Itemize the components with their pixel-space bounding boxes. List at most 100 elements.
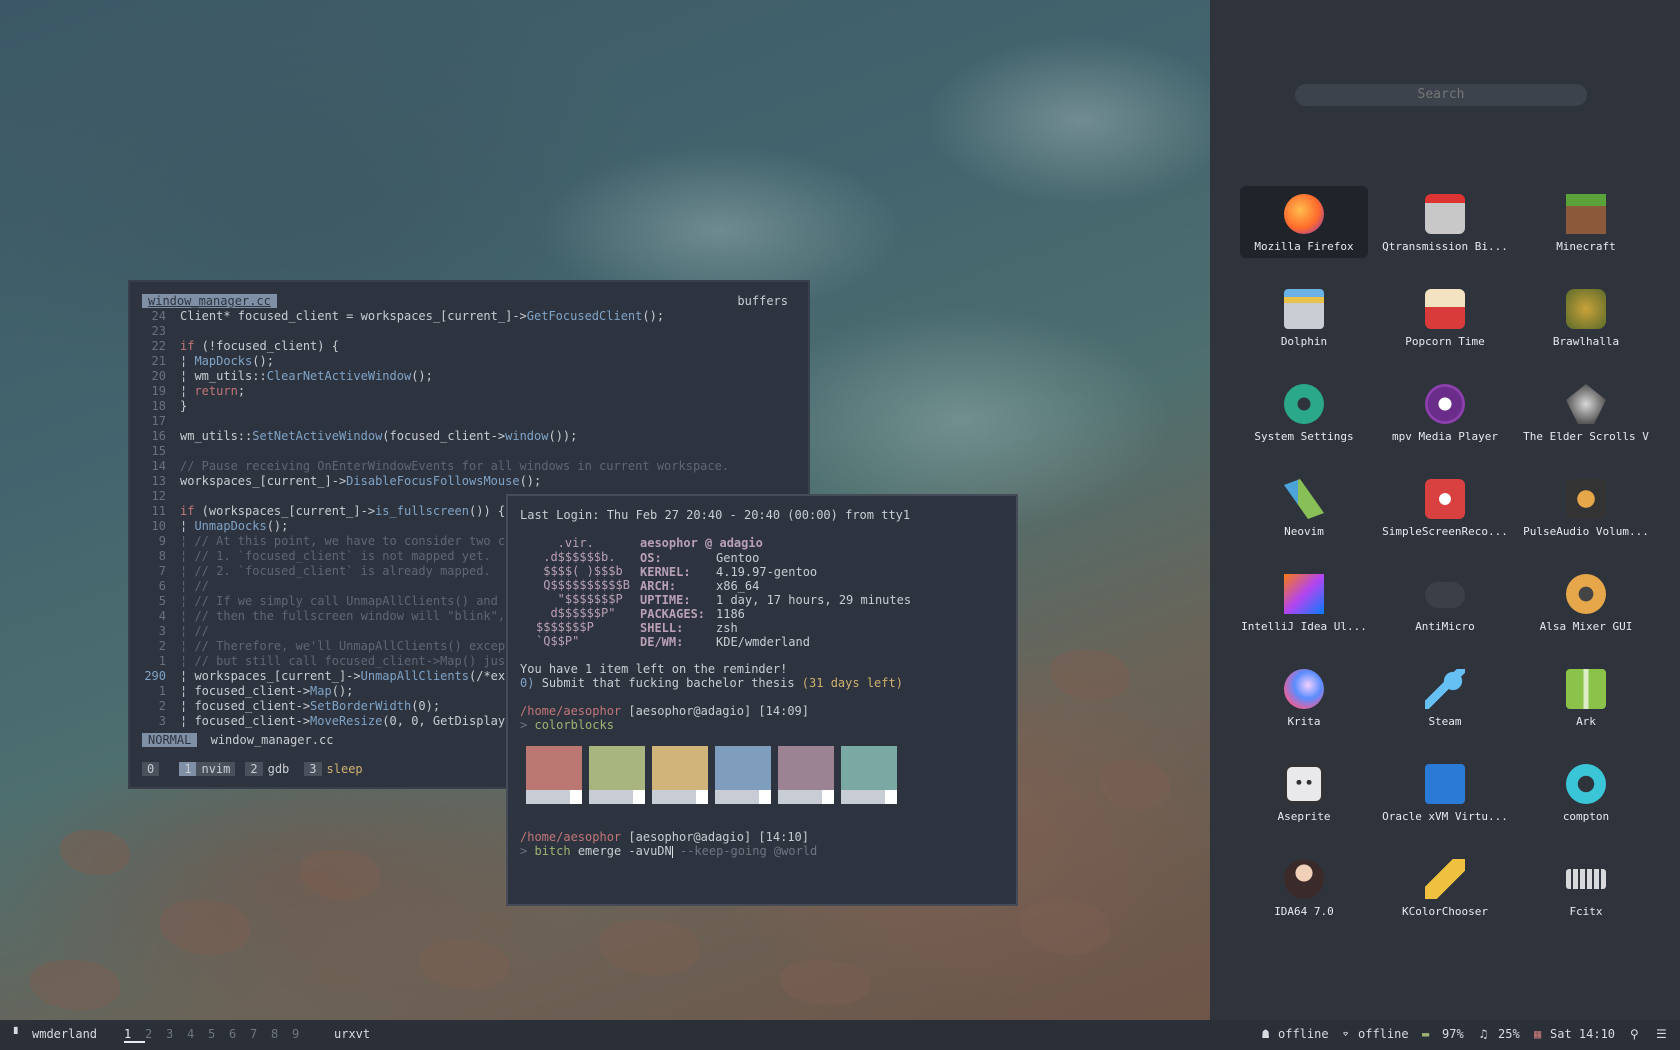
app-tile[interactable]: Dolphin [1240,281,1368,353]
line-number: 290 [144,669,166,683]
app-tile[interactable]: Neovim [1240,471,1368,543]
app-tile[interactable]: compton [1522,756,1650,828]
workspace-button[interactable]: 8 [271,1027,292,1041]
app-tile[interactable]: AntiMicro [1381,566,1509,638]
tmux-tab[interactable]: 3 sleep [304,762,367,776]
workspace-button[interactable]: 9 [292,1027,313,1041]
color-swatch [589,746,645,790]
workspace-button[interactable]: 7 [250,1027,271,1041]
tmux-tab[interactable]: 1 nvim [179,762,236,776]
app-tile[interactable]: Fcitx [1522,851,1650,923]
workspace-button[interactable]: 3 [166,1027,187,1041]
prompt-meta: [aesophor@adagio] [14:09] [628,704,810,718]
vim-file-tab[interactable]: window_manager.cc [142,294,277,308]
code-line[interactable]: 6 ¦ // [130,579,209,594]
sysinfo-value: KDE/wmderland [716,635,810,649]
wallpaper-rock [30,960,120,1010]
code-line[interactable]: 290 ¦ workspaces_[current_]->UnmapAllClie… [130,669,512,684]
app-label: Qtransmission Bi... [1382,240,1508,253]
line-number: 9 [158,534,166,548]
app-tile[interactable]: Qtransmission Bi... [1381,186,1509,258]
urxvt-terminal-window[interactable]: Last Login: Thu Feb 27 20:40 - 20:40 (00… [506,494,1018,906]
app-tile[interactable]: Krita [1240,661,1368,733]
code-line[interactable]: 23 [130,324,180,339]
line-number: 3 [158,714,166,728]
app-tile[interactable]: IDA64 7.0 [1240,851,1368,923]
code-line[interactable]: 11 if (workspaces_[current_]->is_fullscre… [130,504,506,519]
code-line[interactable]: 14 // Pause receiving OnEnterWindowEvents… [130,459,730,474]
workspace-button[interactable]: 2 [145,1027,166,1041]
workspace-button[interactable]: 1 [124,1027,145,1043]
calendar-icon: ▦ [1534,1027,1542,1041]
code-line[interactable]: 16 wm_utils::SetNetActiveWindow(focused_c… [130,429,578,444]
code-line[interactable]: 5 ¦ // If we simply call UnmapAllClients(… [130,594,513,609]
workspace-button[interactable]: 6 [229,1027,250,1041]
app-tile[interactable]: Oracle xVM Virtu... [1381,756,1509,828]
color-swatch [778,746,834,790]
ascii-line: .d$$$$$$b. [536,550,630,564]
app-label: Ark [1576,715,1596,728]
app-tile[interactable]: Alsa Mixer GUI [1522,566,1650,638]
active-window-title[interactable]: urxvt [334,1027,370,1041]
code-line[interactable]: 1 ¦ // but still call focused_client->Map… [130,654,513,669]
sysinfo-row: KERNEL: 4.19.97-gentoo [640,565,911,579]
code-line[interactable]: 3 ¦ focused_client->MoveResize(0, 0, GetD… [130,714,513,729]
app-tile[interactable]: The Elder Scrolls V [1522,376,1650,448]
app-tile[interactable]: Brawlhalla [1522,281,1650,353]
code-line[interactable]: 2 ¦ // Therefore, we'll UnmapAllClients()… [130,639,513,654]
code-line[interactable]: 9 ¦ // At this point, we have to consider… [130,534,513,549]
tmux-tab[interactable]: 2 gdb [245,762,294,776]
code-line[interactable]: 21 ¦ MapDocks(); [130,354,274,369]
command-input-line[interactable]: > bitch emerge -avuDN --keep-going @worl… [520,844,817,858]
tmux-tab-index: 3 [304,762,322,776]
app-tile[interactable]: Steam [1381,661,1509,733]
code-line[interactable]: 2 ¦ focused_client->SetBorderWidth(0); [130,699,440,714]
workspace-button[interactable]: 5 [208,1027,229,1041]
code-line[interactable]: 13 workspaces_[current_]->DisableFocusFol… [130,474,542,489]
code-line[interactable]: 8 ¦ // 1. `focused_client` is not mapped … [130,549,491,564]
command-text[interactable]: emerge -avuDN [578,844,672,858]
code-line[interactable]: 1 ¦ focused_client->Map(); [130,684,354,699]
code-line[interactable]: 12 [130,489,180,504]
menu-icon[interactable]: ☰ [1656,1027,1667,1041]
tmux-tab[interactable]: 0 [142,762,169,776]
app-tile[interactable]: IntelliJ Idea Ul... [1240,566,1368,638]
code-line[interactable]: 4 ¦ // then the fullscreen window will "b… [130,609,505,624]
aseprite-icon [1284,764,1324,804]
code-line[interactable]: 18} [130,399,188,414]
tmux-tab-name: gdb [267,762,290,776]
code-line[interactable]: 15 [130,444,180,459]
app-tile[interactable]: Mozilla Firefox [1240,186,1368,258]
compton-icon [1566,764,1606,804]
code-line[interactable]: 20 ¦ wm_utils::ClearNetActiveWindow(); [130,369,433,384]
app-tile[interactable]: mpv Media Player [1381,376,1509,448]
code-line[interactable]: 22 if (!focused_client) { [130,339,339,354]
code-line[interactable]: 3 ¦ // [130,624,209,639]
app-tile[interactable]: SimpleScreenReco... [1381,471,1509,543]
volume-level[interactable]: 25% [1498,1027,1520,1041]
app-tile[interactable]: Minecraft [1522,186,1650,258]
reminder-index: 0) [520,676,535,690]
vim-buffers-label[interactable]: buffers [737,294,788,308]
skyrim-icon [1566,384,1606,424]
app-tile[interactable]: Aseprite [1240,756,1368,828]
code-line[interactable]: 24 Client* focused_client = workspaces_[c… [130,309,665,324]
sysinfo-key: SHELL: [640,621,684,635]
ascii-line: $$$$( )$$$b [536,564,630,578]
code-line[interactable]: 10 ¦ UnmapDocks(); [130,519,289,534]
code-line[interactable]: 7 ¦ // 2. `focused_client` is already map… [130,564,491,579]
search-icon[interactable]: ⚲ [1630,1027,1639,1041]
app-tile[interactable]: System Settings [1240,376,1368,448]
steam-icon [1425,669,1465,709]
sysinfo-row: UPTIME: 1 day, 17 hours, 29 minutes [640,593,911,607]
command-line: > colorblocks [520,718,614,732]
code-line[interactable]: 17 [130,414,180,429]
app-tile[interactable]: Ark [1522,661,1650,733]
app-tile[interactable]: PulseAudio Volum... [1522,471,1650,543]
code-line[interactable]: 19 ¦ return; [130,384,246,399]
workspace-button[interactable]: 4 [187,1027,208,1041]
app-tile[interactable]: Popcorn Time [1381,281,1509,353]
app-tile[interactable]: KColorChooser [1381,851,1509,923]
battery-level: 97% [1442,1027,1464,1041]
search-input[interactable] [1295,84,1587,106]
